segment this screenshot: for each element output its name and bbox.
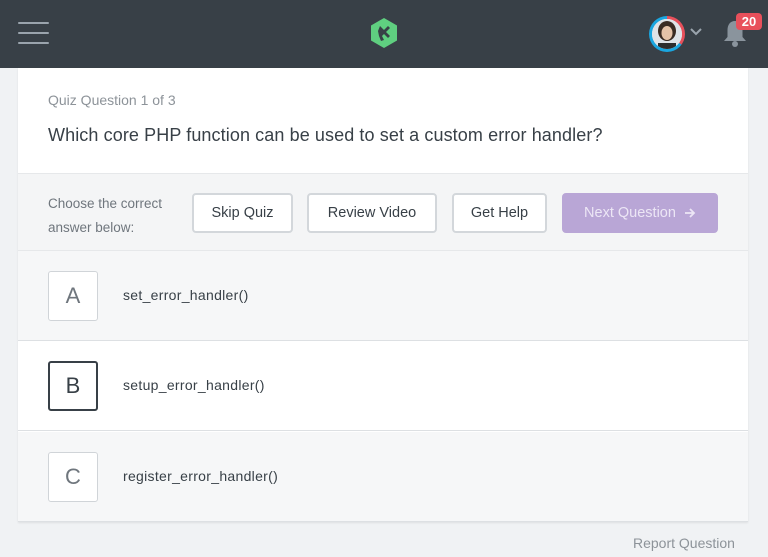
review-video-button[interactable]: Review Video (307, 193, 437, 233)
avatar[interactable] (649, 16, 685, 52)
answer-option-c[interactable]: C register_error_handler() (18, 432, 748, 522)
quiz-progress-label: Quiz Question 1 of 3 (48, 92, 176, 108)
question-text: Which core PHP function can be used to s… (48, 125, 603, 145)
answer-letter: C (48, 452, 98, 502)
next-question-label: Next Question (584, 205, 676, 221)
answer-letter: A (48, 271, 98, 321)
top-nav-bar: 20 (0, 0, 768, 68)
get-help-button[interactable]: Get Help (452, 193, 547, 233)
answer-text: set_error_handler() (123, 287, 249, 303)
choose-answer-prompt: Choose the correct answer below: (48, 196, 163, 235)
hamburger-menu-icon[interactable] (18, 22, 49, 44)
report-question-link[interactable]: Report Question (633, 535, 735, 551)
user-avatar (652, 19, 682, 49)
chevron-down-icon[interactable] (689, 27, 703, 37)
answer-option-b[interactable]: B setup_error_handler() (18, 341, 748, 431)
quiz-card: Quiz Question 1 of 3 Which core PHP func… (18, 68, 748, 522)
answer-text: register_error_handler() (123, 468, 279, 484)
arrow-right-icon (684, 208, 696, 218)
next-question-button[interactable]: Next Question (562, 193, 718, 233)
answer-option-a[interactable]: A set_error_handler() (18, 251, 748, 341)
treehouse-logo-icon[interactable] (368, 17, 400, 49)
answer-letter: B (48, 361, 98, 411)
quiz-action-bar: Choose the correct answer below: Skip Qu… (18, 173, 748, 251)
notification-badge[interactable]: 20 (736, 13, 762, 30)
answer-text: setup_error_handler() (123, 377, 265, 393)
skip-quiz-button[interactable]: Skip Quiz (192, 193, 293, 233)
